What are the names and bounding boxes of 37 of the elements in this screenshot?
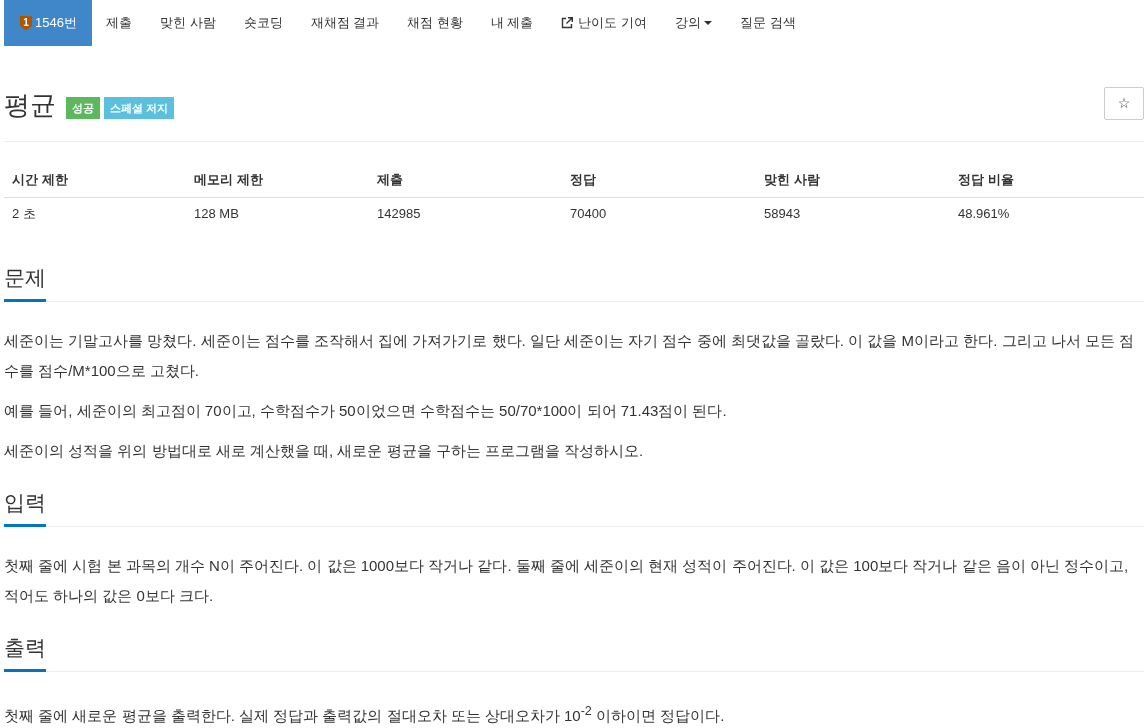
status-label: 성공	[66, 97, 100, 119]
nav-tab[interactable]: 채점 현황	[393, 0, 477, 46]
column-header: 메모리 제한	[193, 171, 264, 189]
column-header: 정답 비율	[957, 171, 1015, 189]
column-header: 맞힌 사람	[763, 171, 821, 189]
status-label: 스페셜 저지	[104, 97, 175, 119]
paragraph: 예를 들어, 세준이의 최고점이 70이고, 수학점수가 50이었으면 수학점수는 50/70*100이 되어 71.43점이 된다.	[4, 401, 728, 421]
nav-tab[interactable]: 제출	[91, 0, 146, 46]
table-cell-text: 70400	[569, 205, 608, 223]
table-cell-text: 2 초	[11, 205, 37, 223]
tier-badge: 1	[20, 15, 32, 31]
nav-tab[interactable]: 강의	[661, 0, 727, 46]
nav-tab[interactable]: 맞힌 사람	[145, 0, 230, 46]
paragraph: 세준이의 성적을 위의 방법대로 새로 계산했을 때, 새로운 평균을 구하는 프로그램을 작성하시오.	[4, 441, 645, 461]
section-heading: 입력	[4, 491, 46, 527]
section-heading: 문제	[4, 266, 46, 302]
paragraph: 첫째 줄에 새로운 평균을 출력한다. 실제 정답과 출력값의 절대오차 또는 상대오차가 10$^{-2}$ 이하이면 정답이다.	[4, 703, 726, 726]
paragraph: 세준이는 기말고사를 망쳤다. 세준이는 점수를 조작해서 집에 가져가기로 했다. 일단 세준이는 자기 점수 중에 최댓값을 골랐다. 이 값을 M이라고 한다. 그리고 나서 모든 점수를 점수/M*100으로 고쳤다.	[4, 331, 1136, 381]
caret-icon	[704, 21, 713, 25]
table-cell-text: 58943	[763, 205, 802, 223]
nav-tab[interactable]: 질문 검색	[726, 0, 810, 46]
table-cell-text: 142985	[376, 205, 422, 223]
nav-tab[interactable]: 난이도 기여	[547, 0, 662, 46]
column-header: 제출	[376, 171, 404, 189]
table-cell-text: 128 MB	[193, 205, 240, 223]
nav-tab[interactable]: 숏코딩	[229, 0, 297, 46]
column-header: 정답	[569, 171, 597, 189]
nav-tab[interactable]: 내 제출	[476, 0, 548, 46]
column-header: 시간 제한	[11, 171, 69, 189]
paragraph: 첫째 줄에 시험 본 과목의 개수 N이 주어진다. 이 값은 1000보다 작거나 같다. 둘째 줄에 세준이의 현재 성적이 주어진다. 이 값은 100보다 작거나 같은 음이 아닌 정수이고, 적어도 하나의 값은 0보다 크다.	[4, 556, 1130, 606]
table-cell-text: 48.961%	[957, 205, 1011, 223]
external-link-icon	[561, 17, 574, 29]
nav-tab[interactable]: 재채점 결과	[296, 0, 394, 46]
favorite-button[interactable]: ☆	[1104, 86, 1144, 120]
section-heading: 출력	[4, 636, 46, 672]
problem-title: 평균	[4, 89, 56, 122]
nav-tab[interactable]: 1 1546번	[4, 0, 92, 46]
